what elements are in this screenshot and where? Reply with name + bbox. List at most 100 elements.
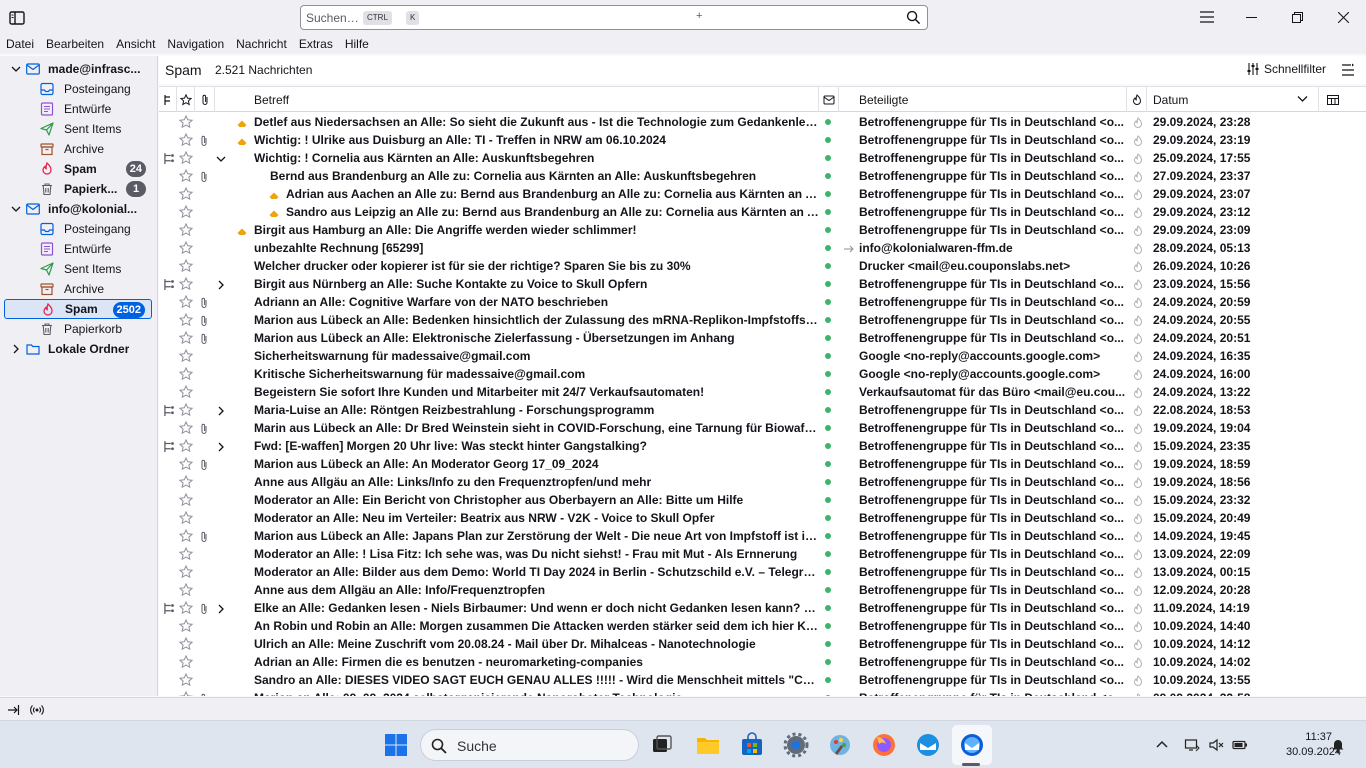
unread-dot-icon[interactable] <box>825 569 831 575</box>
spam-flame-icon[interactable] <box>1132 674 1144 686</box>
unread-dot-icon[interactable] <box>825 299 831 305</box>
star-icon[interactable] <box>179 457 193 471</box>
unread-dot-icon[interactable] <box>825 191 831 197</box>
unread-dot-icon[interactable] <box>825 587 831 593</box>
table-row[interactable]: Marin aus Lübeck an Alle: Dr Bred Weinst… <box>159 419 1366 437</box>
table-row[interactable]: Marion aus Lübeck an Alle: Bedenken hins… <box>159 311 1366 329</box>
unread-dot-icon[interactable] <box>825 659 831 665</box>
star-icon[interactable] <box>179 493 193 507</box>
quickfilter-button[interactable]: Schnellfilter <box>1246 62 1326 76</box>
spam-flame-icon[interactable] <box>1132 692 1144 696</box>
star-icon[interactable] <box>179 403 193 417</box>
col-attachment[interactable] <box>195 87 215 112</box>
column-picker-button[interactable] <box>1319 87 1366 112</box>
star-icon[interactable] <box>179 583 193 597</box>
taskbar-clock[interactable]: 11:37 30.09.2024 <box>1286 730 1341 760</box>
chevron-right-icon[interactable] <box>215 602 227 614</box>
thread-icon[interactable] <box>162 278 176 290</box>
unread-dot-icon[interactable] <box>825 281 831 287</box>
star-icon[interactable] <box>179 439 193 453</box>
spam-flame-icon[interactable] <box>1132 224 1144 236</box>
thread-icon[interactable] <box>162 404 176 416</box>
table-row[interactable]: Sicherheitswarnung für madessaive@gmail.… <box>159 347 1366 365</box>
star-icon[interactable] <box>179 349 193 363</box>
restore-button[interactable] <box>1274 0 1320 34</box>
chevron-right-icon[interactable] <box>215 278 227 290</box>
spam-flame-icon[interactable] <box>1132 638 1144 650</box>
star-icon[interactable] <box>179 313 193 327</box>
unread-dot-icon[interactable] <box>825 605 831 611</box>
star-icon[interactable] <box>179 385 193 399</box>
table-row[interactable]: Adrian aus Aachen an Alle zu: Bernd aus … <box>159 185 1366 203</box>
star-icon[interactable] <box>179 133 193 147</box>
chevron-down-icon[interactable] <box>10 63 22 75</box>
spam-flame-icon[interactable] <box>1132 584 1144 596</box>
menu-nachricht[interactable]: Nachricht <box>230 36 293 54</box>
star-icon[interactable] <box>179 619 193 633</box>
table-row[interactable]: Birgit aus Hamburg an Alle: Die Angriffe… <box>159 221 1366 239</box>
chevron-down-icon[interactable] <box>10 203 22 215</box>
chevron-right-icon[interactable] <box>215 440 227 452</box>
unread-dot-icon[interactable] <box>825 119 831 125</box>
spam-flame-icon[interactable] <box>1132 404 1144 416</box>
network-icon[interactable] <box>1184 737 1200 753</box>
spam-flame-icon[interactable] <box>1132 494 1144 506</box>
chevron-up-icon[interactable] <box>1154 737 1170 753</box>
table-row[interactable]: Sandro an Alle: DIESES VIDEO SAGT EUCH G… <box>159 671 1366 689</box>
table-row[interactable]: Birgit aus Nürnberg an Alle: Suche Konta… <box>159 275 1366 293</box>
speaker-muted-icon[interactable] <box>1208 737 1224 753</box>
col-thread[interactable] <box>159 87 177 112</box>
spam-flame-icon[interactable] <box>1132 440 1144 452</box>
spam-flame-icon[interactable] <box>1132 188 1144 200</box>
table-row[interactable]: Welcher drucker oder kopierer ist für si… <box>159 257 1366 275</box>
spam-flame-icon[interactable] <box>1132 566 1144 578</box>
notification-bell-icon[interactable] <box>1330 737 1346 753</box>
star-icon[interactable] <box>179 475 193 489</box>
menu-ansicht[interactable]: Ansicht <box>110 36 161 54</box>
spam-flame-icon[interactable] <box>1132 602 1144 614</box>
unread-dot-icon[interactable] <box>825 407 831 413</box>
thread-icon[interactable] <box>162 152 176 164</box>
star-icon[interactable] <box>179 511 193 525</box>
thread-icon[interactable] <box>162 602 176 614</box>
unread-dot-icon[interactable] <box>825 461 831 467</box>
table-row[interactable]: Moderator an Alle: Ein Bericht von Chris… <box>159 491 1366 509</box>
folder-spam[interactable]: Spam 24 <box>4 159 152 179</box>
folder-sent[interactable]: Sent Items <box>4 119 152 139</box>
col-date[interactable]: Datum <box>1147 87 1319 112</box>
table-row[interactable]: Adriann an Alle: Cognitive Warfare von d… <box>159 293 1366 311</box>
spam-flame-icon[interactable] <box>1132 314 1144 326</box>
spam-flame-icon[interactable] <box>1132 656 1144 668</box>
star-icon[interactable] <box>179 205 193 219</box>
table-row[interactable]: unbezahlte Rechnung [65299] info@kolonial… <box>159 239 1366 257</box>
spam-flame-icon[interactable] <box>1132 530 1144 542</box>
star-icon[interactable] <box>179 187 193 201</box>
spam-flame-icon[interactable] <box>1132 278 1144 290</box>
file-explorer-icon[interactable] <box>694 731 722 759</box>
chevron-down-icon[interactable] <box>215 152 227 164</box>
unread-dot-icon[interactable] <box>825 137 831 143</box>
unread-dot-icon[interactable] <box>825 371 831 377</box>
menu-extras[interactable]: Extras <box>293 36 339 54</box>
table-row[interactable]: Ulrich an Alle: Meine Zuschrift vom 20.0… <box>159 635 1366 653</box>
spam-flame-icon[interactable] <box>1132 548 1144 560</box>
spam-flame-icon[interactable] <box>1132 242 1144 254</box>
spam-flame-icon[interactable] <box>1132 260 1144 272</box>
star-icon[interactable] <box>179 565 193 579</box>
unread-dot-icon[interactable] <box>825 497 831 503</box>
folder-inbox[interactable]: Posteingang <box>4 79 152 99</box>
spam-flame-icon[interactable] <box>1132 386 1144 398</box>
close-button[interactable] <box>1320 0 1366 34</box>
global-search-input[interactable]: Suchen… CTRL + K <box>300 5 928 30</box>
star-icon[interactable] <box>179 331 193 345</box>
microsoft-store-icon[interactable] <box>738 731 766 759</box>
menu-bearbeiten[interactable]: Bearbeiten <box>40 36 110 54</box>
table-row[interactable]: Marion aus Lübeck an Alle: Japans Plan z… <box>159 527 1366 545</box>
star-icon[interactable] <box>179 169 193 183</box>
thread-icon[interactable] <box>162 440 176 452</box>
folder-trash[interactable]: Papierk... 1 <box>4 179 152 199</box>
table-row[interactable]: Adrian an Alle: Firmen die es benutzen -… <box>159 653 1366 671</box>
star-icon[interactable] <box>179 601 193 615</box>
menu-hilfe[interactable]: Hilfe <box>339 36 375 54</box>
star-icon[interactable] <box>179 277 193 291</box>
